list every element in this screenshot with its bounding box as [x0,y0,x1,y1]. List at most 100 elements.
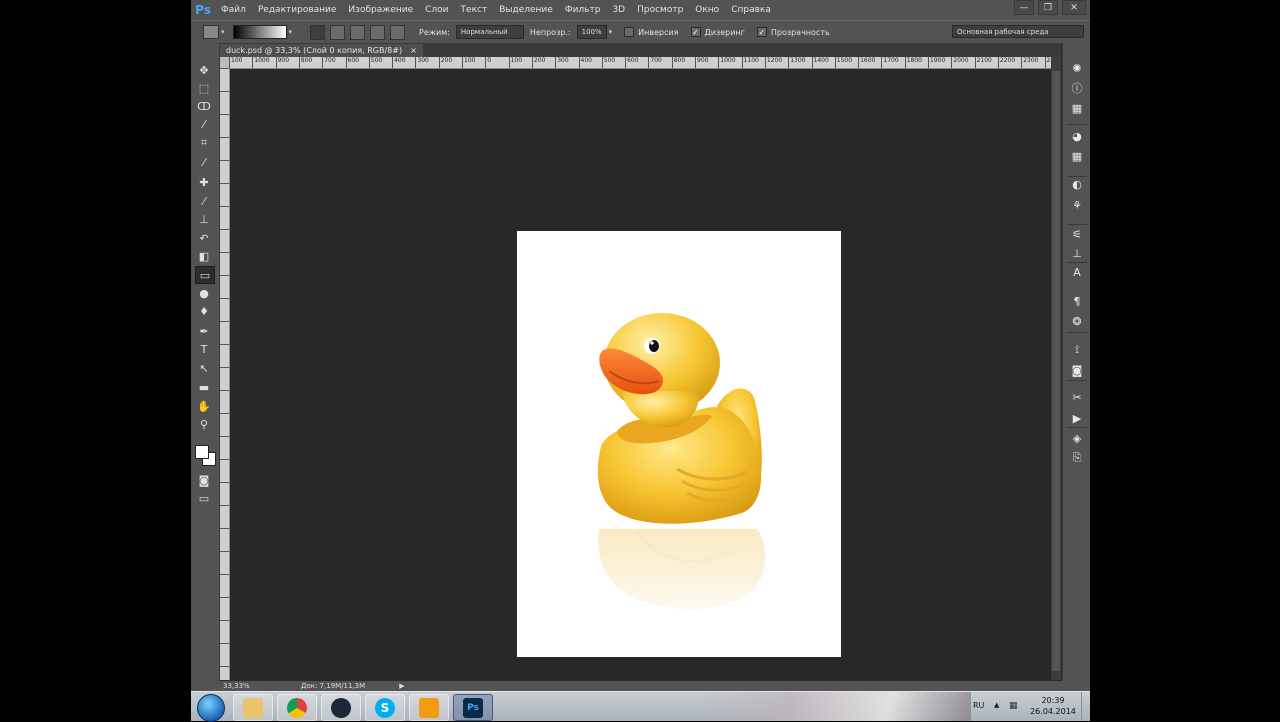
menu-window[interactable]: Окно [689,5,725,15]
rectangle-tool-icon[interactable]: ▬ [195,379,213,395]
language-indicator[interactable]: RU [973,701,984,710]
zoom-tool-icon[interactable]: ⚲ [195,416,213,432]
menu-filter[interactable]: Фильтр [559,5,607,15]
color-panel-icon[interactable]: ◕ [1069,128,1085,144]
eraser-tool-icon[interactable]: ◧ [195,248,213,264]
radial-gradient-button[interactable] [330,24,346,40]
show-desktop-button[interactable] [1081,692,1090,721]
histogram-panel-icon[interactable]: ▦ [1069,100,1085,116]
dither-checkbox[interactable]: ✓ [690,27,701,37]
document-tab-title: duck.psd @ 33,3% (Слой 0 копия, RGB/8#) [226,46,403,55]
taskbar-chrome[interactable] [277,694,317,721]
path-select-tool-icon[interactable]: ↖ [195,360,213,376]
vertical-scrollbar[interactable] [1051,57,1061,680]
menu-type[interactable]: Текст [455,5,494,15]
quick-select-tool-icon[interactable]: ⁄ [195,116,213,132]
restore-button[interactable]: ❐ [1038,0,1058,15]
quick-mask-icon[interactable]: ◙ [195,472,213,488]
healing-brush-tool-icon[interactable]: ✚ [195,174,213,190]
menu-file[interactable]: Файл [215,5,252,15]
paragraph-panel-icon[interactable]: ¶ [1069,293,1085,309]
pen-tool-icon[interactable]: ✒ [195,323,213,339]
ruler-tick [220,620,229,621]
menu-3d[interactable]: 3D [606,5,631,15]
dodge-tool-icon[interactable]: ♦ [195,303,213,319]
gradient-swatch[interactable] [232,25,287,39]
blur-tool-icon[interactable]: ● [195,285,213,301]
canvas-area[interactable] [230,69,1051,680]
ruler-label: 1100 [741,57,759,68]
ruler-label: 2000 [951,57,969,68]
styles-panel-icon[interactable]: ◐ [1069,176,1085,192]
history-brush-tool-icon[interactable]: ↶ [195,230,213,246]
hand-tool-icon[interactable]: ✋ [195,398,213,414]
menu-layer[interactable]: Слои [419,5,454,15]
close-icon[interactable]: × [410,46,417,55]
layers-panel-icon[interactable]: ◈ [1069,430,1085,446]
info-panel-icon[interactable]: ⓘ [1069,80,1085,96]
channels-panel-icon[interactable]: ◙ [1069,362,1085,378]
swatches-panel-icon[interactable]: ▦ [1069,148,1085,164]
start-button[interactable] [197,694,225,722]
system-clock[interactable]: 20:39 26.04.2014 [1029,695,1077,717]
taskbar-explorer[interactable] [233,694,273,721]
ruler-label: 2300 [1021,57,1038,68]
opacity-input[interactable]: 100% [576,25,607,39]
status-menu-arrow-icon[interactable]: ▶ [399,682,404,690]
chevron-down-icon[interactable]: ▾ [221,28,225,36]
clone-stamp-tool-icon[interactable]: ⊥ [195,211,213,227]
horizontal-ruler[interactable]: 100 1000 900 800 700 600 500 400 300 200 100 0 100 20… [229,57,1051,69]
history-panel-icon[interactable]: ⎘ [1069,450,1085,466]
taskbar-media-player[interactable] [409,694,449,721]
mode-select[interactable]: Нормальный [455,25,524,39]
3d-panel-icon[interactable]: ❂ [1069,313,1085,329]
inverse-checkbox[interactable] [624,27,635,37]
workspace-select[interactable]: Основная рабочая среда [952,25,1084,38]
reflected-gradient-button[interactable] [370,24,386,40]
brush-presets-panel-icon[interactable]: ⚘ [1069,197,1085,213]
minimize-button[interactable]: — [1014,0,1034,15]
ruler-origin[interactable] [220,57,229,68]
opacity-chevron-icon[interactable]: ▾ [609,28,613,36]
diamond-gradient-button[interactable] [390,24,406,40]
type-tool-icon[interactable]: T [195,341,213,357]
move-tool-icon[interactable]: ✥ [195,62,213,78]
clone-source-panel-icon[interactable]: ⊥ [1069,245,1085,261]
network-icon[interactable]: ▦ [1009,701,1018,711]
document-tab[interactable]: duck.psd @ 33,3% (Слой 0 копия, RGB/8#) … [220,44,423,57]
vertical-ruler[interactable] [220,68,230,680]
tools-panel-icon[interactable]: ✂ [1069,389,1085,405]
menu-help[interactable]: Справка [725,5,777,15]
character-panel-icon[interactable]: A [1069,264,1085,280]
taskbar-steam[interactable] [321,694,361,721]
brush-tool-icon[interactable]: ⁄ [195,193,213,209]
scrollbar-thumb[interactable] [1052,71,1060,671]
document-canvas[interactable] [517,231,841,657]
zoom-level[interactable]: 33,33% [223,682,251,690]
close-button[interactable]: ✕ [1062,0,1086,15]
angle-gradient-button[interactable] [350,24,366,40]
lasso-tool-icon[interactable]: ↀ [195,98,213,114]
actions-panel-icon[interactable]: ▶ [1069,410,1085,426]
eyedropper-tool-icon[interactable]: ⁄ [195,154,213,170]
menu-edit[interactable]: Редактирование [252,5,343,15]
brush-panel-icon[interactable]: ⚟ [1069,226,1085,242]
tray-expand-icon[interactable]: ▲ [994,701,999,709]
linear-gradient-button[interactable] [310,24,326,40]
taskbar-photoshop[interactable]: Ps [453,694,493,721]
color-swatches[interactable] [195,445,216,466]
properties-panel-icon[interactable]: ⟟ [1069,342,1085,358]
menu-select[interactable]: Выделение [493,5,559,15]
tool-preset-picker[interactable] [203,25,219,39]
marquee-tool-icon[interactable]: ⬚ [195,80,213,96]
menu-view[interactable]: Просмотр [631,5,689,15]
foreground-color-swatch[interactable] [195,445,209,459]
gradient-picker-chevron-icon[interactable]: ▾ [289,28,293,36]
taskbar-skype[interactable]: S [365,694,405,721]
menu-image[interactable]: Изображение [342,5,419,15]
transparency-checkbox[interactable]: ✓ [756,27,767,37]
gradient-tool-icon[interactable]: ▭ [195,266,215,284]
screen-mode-icon[interactable]: ▭ [195,490,213,506]
adjustments-panel-icon[interactable]: ✺ [1069,60,1085,76]
crop-tool-icon[interactable]: ⌗ [195,135,213,151]
